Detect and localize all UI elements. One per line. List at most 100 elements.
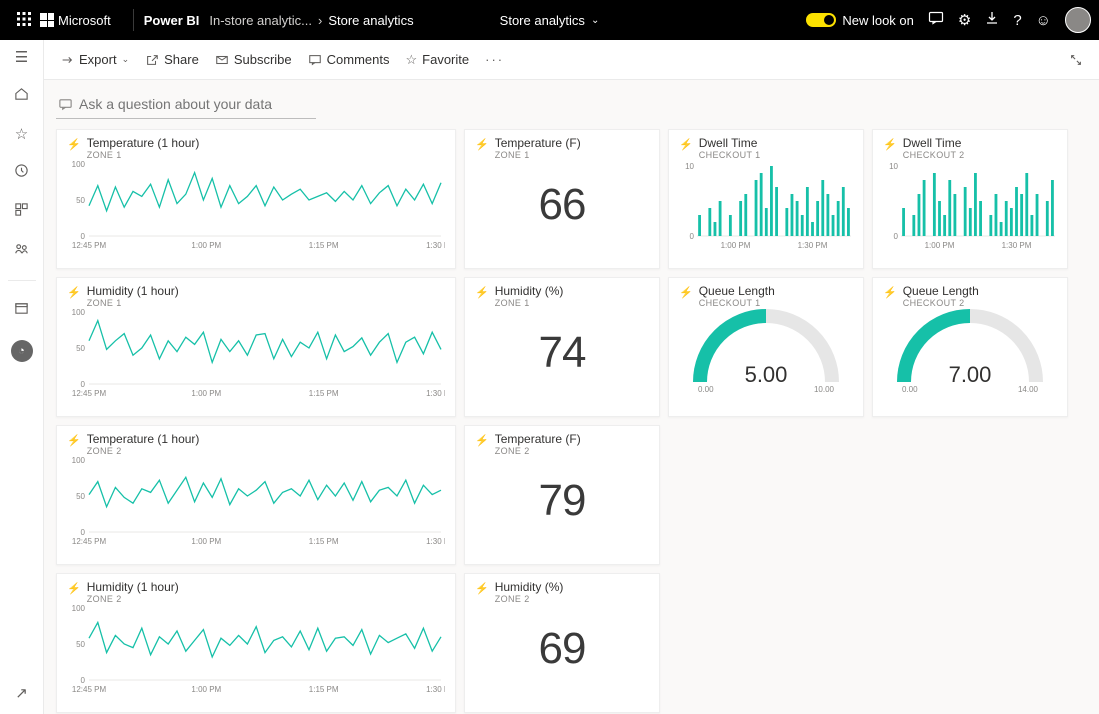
tile-queue2[interactable]: ⚡Queue LengthCHECKOUT 2 7.000.0014.00 <box>872 277 1068 417</box>
svg-text:50: 50 <box>76 640 85 649</box>
product-name[interactable]: Power BI <box>144 13 200 28</box>
svg-text:0.00: 0.00 <box>902 385 918 394</box>
share-label: Share <box>164 52 199 67</box>
subscribe-button[interactable]: Subscribe <box>209 48 298 71</box>
bolt-icon: ⚡ <box>883 286 897 299</box>
star-icon: ☆ <box>406 52 418 68</box>
page-title: Store analytics <box>500 13 585 28</box>
favorite-label: Favorite <box>422 52 469 67</box>
apps-icon[interactable] <box>14 202 29 221</box>
svg-text:0: 0 <box>81 676 86 685</box>
share-button[interactable]: Share <box>139 48 205 71</box>
dashboard-canvas: ⚡Temperature (1 hour)ZONE 1 05010012:45 … <box>44 80 1099 714</box>
tile-hum1-line[interactable]: ⚡Humidity (1 hour)ZONE 1 05010012:45 PM1… <box>56 277 456 417</box>
tile-temp2-kpi[interactable]: ⚡Temperature (F)ZONE 2 79 <box>464 425 660 565</box>
svg-text:50: 50 <box>76 492 85 501</box>
svg-text:10: 10 <box>889 162 898 171</box>
tile-title: Queue Length <box>903 284 979 298</box>
svg-text:1:15 PM: 1:15 PM <box>309 389 339 398</box>
page-title-dropdown[interactable]: Store analytics ⌄ <box>500 13 600 28</box>
svg-text:1:00 PM: 1:00 PM <box>191 241 221 250</box>
microsoft-icon <box>40 13 54 27</box>
microsoft-label: Microsoft <box>58 13 111 28</box>
tile-subtitle: CHECKOUT 2 <box>903 150 965 160</box>
expand-rail-icon[interactable]: ↗ <box>15 684 28 702</box>
bolt-icon: ⚡ <box>883 138 897 151</box>
comments-button[interactable]: Comments <box>302 48 396 71</box>
bolt-icon: ⚡ <box>679 286 693 299</box>
global-header: Microsoft Power BI In-store analytic... … <box>0 0 1099 40</box>
tile-subtitle: CHECKOUT 1 <box>699 150 761 160</box>
export-button[interactable]: Export ⌄ <box>54 48 135 71</box>
tile-temp1-line[interactable]: ⚡Temperature (1 hour)ZONE 1 05010012:45 … <box>56 129 456 269</box>
breadcrumb-current[interactable]: Store analytics <box>328 13 413 28</box>
favorite-button[interactable]: ☆ Favorite <box>400 48 476 72</box>
toggle-switch-icon <box>806 13 836 27</box>
export-icon <box>60 53 74 67</box>
svg-text:1:15 PM: 1:15 PM <box>309 537 339 546</box>
avatar[interactable] <box>1065 7 1091 33</box>
comments-label: Comments <box>327 52 390 67</box>
help-icon[interactable]: ? <box>1013 12 1021 29</box>
tile-grid: ⚡Temperature (1 hour)ZONE 1 05010012:45 … <box>56 129 1087 713</box>
svg-text:1:00 PM: 1:00 PM <box>191 685 221 694</box>
tile-subtitle: CHECKOUT 2 <box>903 298 979 308</box>
qa-icon <box>58 97 73 112</box>
app-launcher-icon[interactable] <box>8 12 40 29</box>
bolt-icon: ⚡ <box>475 434 489 447</box>
gauge-chart: 5.000.0010.00 <box>679 308 853 398</box>
tile-hum2-line[interactable]: ⚡Humidity (1 hour)ZONE 2 05010012:45 PM1… <box>56 573 456 713</box>
chevron-down-icon: ⌄ <box>122 54 130 65</box>
bolt-icon: ⚡ <box>67 434 81 447</box>
favorites-icon[interactable]: ☆ <box>15 125 28 143</box>
svg-text:1:00 PM: 1:00 PM <box>721 241 751 250</box>
tile-temp1-kpi[interactable]: ⚡Temperature (F)ZONE 1 66 <box>464 129 660 269</box>
svg-text:0: 0 <box>81 528 86 537</box>
svg-text:14.00: 14.00 <box>1018 385 1039 394</box>
tile-subtitle: CHECKOUT 1 <box>699 298 775 308</box>
tile-subtitle: ZONE 2 <box>495 446 581 456</box>
svg-text:1:15 PM: 1:15 PM <box>309 241 339 250</box>
tile-hum2-kpi[interactable]: ⚡Humidity (%)ZONE 2 69 <box>464 573 660 713</box>
tile-dwell1[interactable]: ⚡Dwell TimeCHECKOUT 1 0101:00 PM1:30 PM <box>668 129 864 269</box>
fullscreen-button[interactable] <box>1063 49 1089 71</box>
current-workspace-icon[interactable]: ◔ <box>11 340 33 362</box>
breadcrumb-root[interactable]: In-store analytic... <box>209 13 312 28</box>
svg-text:1:15 PM: 1:15 PM <box>309 685 339 694</box>
microsoft-logo[interactable]: Microsoft <box>40 13 111 28</box>
svg-text:1:30 PM: 1:30 PM <box>426 241 445 250</box>
home-icon[interactable] <box>14 86 29 105</box>
subscribe-label: Subscribe <box>234 52 292 67</box>
shared-icon[interactable] <box>14 241 29 260</box>
download-icon[interactable] <box>985 11 999 29</box>
svg-text:12:45 PM: 12:45 PM <box>72 389 107 398</box>
comment-icon <box>308 53 322 67</box>
tile-subtitle: ZONE 1 <box>87 150 200 160</box>
line-chart: 05010012:45 PM1:00 PM1:15 PM1:30 PM <box>67 308 445 398</box>
tile-subtitle: ZONE 1 <box>495 150 581 160</box>
svg-text:100: 100 <box>72 308 86 317</box>
new-look-toggle[interactable]: New look on <box>806 13 914 28</box>
new-look-label: New look on <box>842 13 914 28</box>
svg-text:0: 0 <box>894 232 899 241</box>
gear-icon[interactable]: ⚙ <box>958 11 971 29</box>
menu-icon[interactable]: ☰ <box>15 48 28 66</box>
tile-queue1[interactable]: ⚡Queue LengthCHECKOUT 1 5.000.0010.00 <box>668 277 864 417</box>
recent-icon[interactable] <box>14 163 29 182</box>
tile-subtitle: ZONE 1 <box>87 298 179 308</box>
bolt-icon: ⚡ <box>67 138 81 151</box>
tile-subtitle: ZONE 1 <box>495 298 564 308</box>
more-button[interactable]: ··· <box>479 48 510 71</box>
svg-text:100: 100 <box>72 160 86 169</box>
workspace-icon[interactable] <box>14 301 29 320</box>
qa-box[interactable] <box>56 92 316 119</box>
line-chart: 05010012:45 PM1:00 PM1:15 PM1:30 PM <box>67 604 445 694</box>
feedback-icon[interactable]: ☺ <box>1036 12 1051 29</box>
svg-text:0: 0 <box>690 232 695 241</box>
svg-text:0.00: 0.00 <box>698 385 714 394</box>
tile-dwell2[interactable]: ⚡Dwell TimeCHECKOUT 2 0101:00 PM1:30 PM <box>872 129 1068 269</box>
qa-input[interactable] <box>79 96 309 112</box>
tile-temp2-line[interactable]: ⚡Temperature (1 hour)ZONE 2 05010012:45 … <box>56 425 456 565</box>
chat-icon[interactable] <box>928 10 944 30</box>
tile-hum1-kpi[interactable]: ⚡Humidity (%)ZONE 1 74 <box>464 277 660 417</box>
